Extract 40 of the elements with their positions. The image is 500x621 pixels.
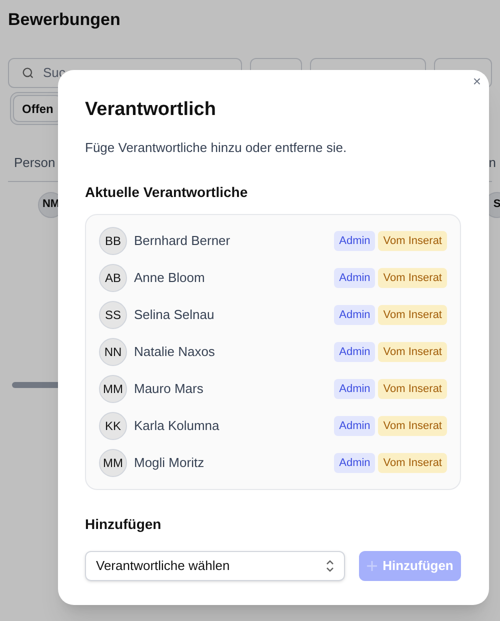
badge: Admin bbox=[334, 416, 376, 436]
member-name: Mogli Moritz bbox=[134, 454, 204, 472]
member-name: Natalie Naxos bbox=[134, 342, 215, 361]
member-name: Karla Kolumna bbox=[134, 416, 220, 435]
badge: Vom Inserat bbox=[378, 416, 447, 436]
member-name: Selina Selnau bbox=[134, 306, 214, 324]
avatar: SS bbox=[99, 300, 127, 328]
badge: Admin bbox=[334, 452, 376, 472]
column-header: Person bbox=[14, 154, 56, 172]
avatar: AB bbox=[99, 264, 127, 292]
search-icon bbox=[21, 66, 35, 80]
select-field[interactable]: Verantwortliche wählen bbox=[85, 550, 345, 580]
badge: Admin bbox=[334, 268, 376, 288]
avatar: BB bbox=[99, 226, 127, 254]
badge: Vom Inserat bbox=[378, 452, 447, 472]
dialog-title: Verantwortlich bbox=[85, 98, 217, 122]
close-button[interactable]: × bbox=[472, 74, 481, 88]
member-name: Anne Bloom bbox=[134, 268, 205, 287]
dialog-description: Füge Verantwortliche hinzu oder entferne sie. bbox=[85, 139, 348, 157]
badge: Vom Inserat bbox=[378, 342, 447, 362]
section-heading: Hinzufügen bbox=[85, 514, 162, 534]
badge: Vom Inserat bbox=[378, 304, 447, 324]
avatar: MM bbox=[99, 448, 127, 476]
avatar: KK bbox=[99, 412, 127, 440]
avatar: NN bbox=[99, 338, 127, 366]
member-name: Mauro Mars bbox=[134, 380, 204, 398]
avatar: MM bbox=[99, 374, 127, 402]
badge: Admin bbox=[334, 342, 376, 362]
badge: Admin bbox=[334, 378, 376, 398]
member-name: Bernhard Berner bbox=[134, 232, 230, 250]
badge: Vom Inserat bbox=[378, 268, 447, 288]
badge: Vom Inserat bbox=[378, 378, 447, 398]
badge: Vom Inserat bbox=[378, 230, 447, 250]
section-heading: Aktuelle Verantwortliche bbox=[85, 182, 249, 202]
badge: Admin bbox=[334, 304, 376, 324]
column-header: n bbox=[488, 154, 496, 172]
plus-icon bbox=[366, 560, 377, 570]
chevrons-icon bbox=[326, 560, 334, 572]
page-title: Bewerbungen bbox=[8, 9, 122, 31]
badge: Admin bbox=[334, 230, 376, 250]
